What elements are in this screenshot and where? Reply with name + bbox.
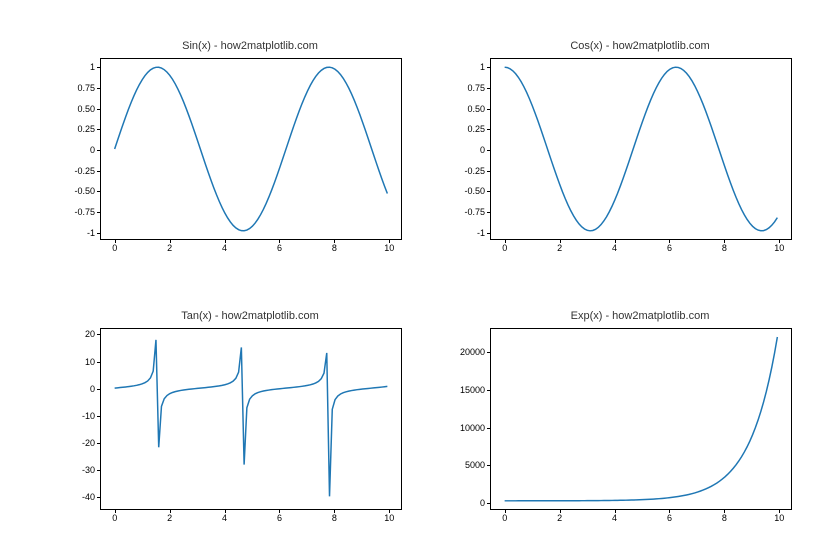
subplot-sin: Sin(x) - how2matplotlib.com -1-0.75-0.50… [100,40,400,240]
chart-title: Cos(x) - how2matplotlib.com [490,40,790,52]
subplot-exp: Exp(x) - how2matplotlib.com 050001000015… [490,310,790,510]
line-series [101,329,401,509]
subplot-tan: Tan(x) - how2matplotlib.com -40-30-20-10… [100,310,400,510]
subplot-cos: Cos(x) - how2matplotlib.com -1-0.75-0.50… [490,40,790,240]
chart-title: Sin(x) - how2matplotlib.com [100,40,400,52]
plot-area: -40-30-20-10010200246810 [100,328,402,510]
plot-area: -1-0.75-0.50-0.2500.250.500.7510246810 [490,58,792,240]
figure: Sin(x) - how2matplotlib.com -1-0.75-0.50… [0,0,840,560]
line-series [491,59,791,239]
chart-title: Exp(x) - how2matplotlib.com [490,310,790,322]
line-series [101,59,401,239]
chart-title: Tan(x) - how2matplotlib.com [100,310,400,322]
plot-area: -1-0.75-0.50-0.2500.250.500.7510246810 [100,58,402,240]
plot-area: 050001000015000200000246810 [490,328,792,510]
line-series [491,329,791,509]
